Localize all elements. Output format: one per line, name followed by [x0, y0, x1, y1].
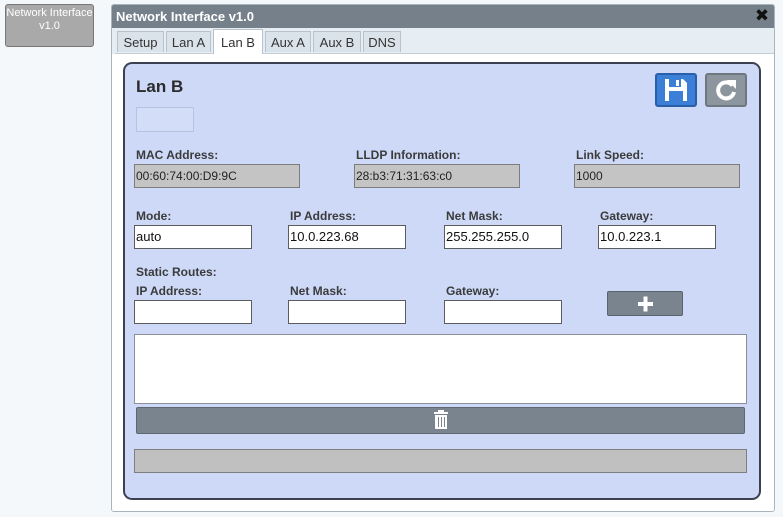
panel-title: Lan B — [136, 77, 184, 96]
tab-bar: Setup Lan A Lan B Aux A Aux B DNS — [115, 29, 774, 54]
gateway-label: Gateway: — [600, 209, 654, 223]
lan-b-panel: Lan B MAC Address: 00:60:74:00:D9:9C LLD… — [123, 62, 761, 500]
tab-lan-a[interactable]: Lan A — [166, 31, 211, 52]
link-speed-label: Link Speed: — [576, 148, 645, 162]
link-speed-field: 1000 — [574, 164, 740, 188]
desktop-app-icon[interactable]: Network Interface v1.0 — [5, 4, 94, 47]
lldp-info-label: LLDP Information: — [356, 148, 461, 162]
ip-address-label: IP Address: — [290, 209, 357, 223]
network-interface-window: Network Interface v1.0 ✖ Setup Lan A Lan… — [111, 4, 775, 512]
save-button[interactable] — [655, 73, 697, 107]
gateway-input[interactable]: 10.0.223.1 — [598, 225, 716, 249]
route-ip-input[interactable] — [134, 300, 252, 324]
trash-icon — [434, 410, 448, 429]
tab-content: Lan B MAC Address: 00:60:74:00:D9:9C LLD… — [112, 54, 774, 511]
mode-label: Mode: — [136, 209, 172, 223]
status-indicator — [136, 107, 194, 132]
route-gateway-input[interactable] — [444, 300, 562, 324]
route-gateway-label: Gateway: — [446, 284, 500, 298]
tab-aux-b[interactable]: Aux B — [313, 31, 361, 52]
refresh-button[interactable] — [705, 73, 747, 107]
tab-setup[interactable]: Setup — [117, 31, 164, 52]
status-bar — [134, 449, 747, 473]
window-titlebar[interactable]: Network Interface v1.0 ✖ — [112, 5, 774, 28]
desktop-app-icon-label: Network Interface v1.0 — [6, 7, 93, 32]
floppy-disk-icon — [665, 79, 687, 101]
tab-dns[interactable]: DNS — [363, 31, 401, 52]
static-routes-list[interactable] — [134, 334, 747, 404]
lldp-info-field: 28:b3:71:31:63:c0 — [354, 164, 520, 188]
refresh-icon — [716, 80, 736, 101]
delete-route-button[interactable] — [136, 407, 745, 434]
mac-address-label: MAC Address: — [136, 148, 219, 162]
ip-address-input[interactable]: 10.0.223.68 — [288, 225, 406, 249]
route-ip-label: IP Address: — [136, 284, 203, 298]
tab-lan-b[interactable]: Lan B — [213, 29, 263, 54]
close-icon[interactable]: ✖ — [754, 7, 770, 25]
route-mask-label: Net Mask: — [290, 284, 347, 298]
net-mask-label: Net Mask: — [446, 209, 503, 223]
mac-address-field: 00:60:74:00:D9:9C — [134, 164, 300, 188]
plus-icon — [638, 296, 653, 312]
add-route-button[interactable] — [607, 291, 683, 316]
route-mask-input[interactable] — [288, 300, 406, 324]
mode-input[interactable]: auto — [134, 225, 252, 249]
window-title: Network Interface v1.0 — [116, 9, 255, 24]
static-routes-heading: Static Routes: — [136, 265, 217, 279]
net-mask-input[interactable]: 255.255.255.0 — [444, 225, 562, 249]
tab-aux-a[interactable]: Aux A — [265, 31, 311, 52]
